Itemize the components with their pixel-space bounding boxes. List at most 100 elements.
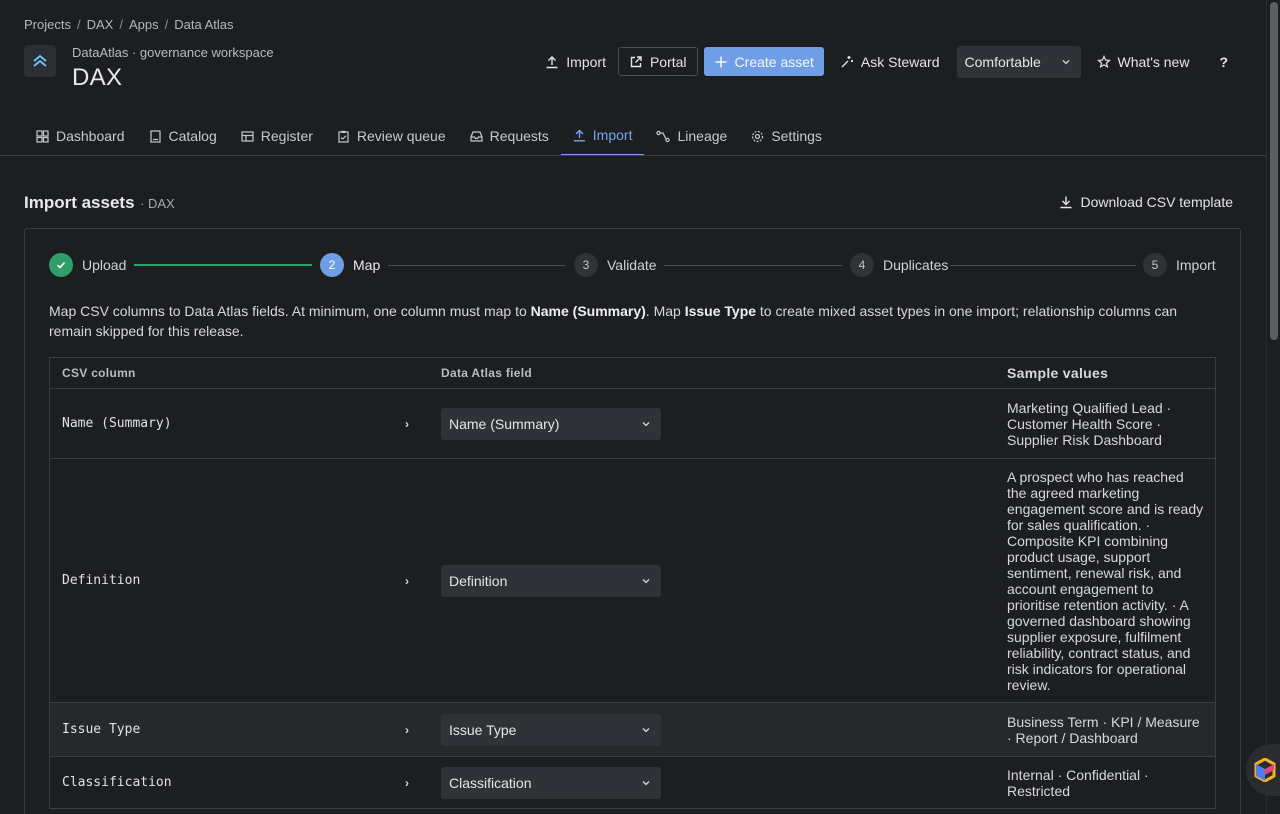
page-scrollbar[interactable] — [1266, 0, 1280, 814]
tab-catalog[interactable]: Catalog — [137, 116, 229, 156]
field-select[interactable]: Issue Type — [441, 713, 661, 746]
column-header-sample: Sample values — [1007, 365, 1109, 381]
chevron-down-icon — [642, 727, 650, 732]
section-title: Import assets — [24, 193, 135, 212]
chevron-down-icon — [1062, 59, 1069, 64]
csv-column-cell: Classification › — [50, 775, 429, 790]
csv-column-cell: Name (Summary) › — [50, 416, 429, 431]
table-row: Issue Type › Issue Type Business Term · … — [50, 703, 1215, 757]
step-import[interactable]: 5 Import — [1143, 253, 1216, 277]
step-connector — [950, 265, 1136, 266]
breadcrumb-projects[interactable]: Projects — [24, 17, 71, 32]
breadcrumb-data-atlas[interactable]: Data Atlas — [174, 17, 233, 32]
field-select-value: Definition — [449, 572, 508, 589]
portal-button-label: Portal — [649, 53, 687, 70]
step-connector-done — [134, 264, 312, 266]
import-wizard-card: Upload 2 Map 3 Validate 4 Duplicates 5 I… — [24, 228, 1241, 814]
column-header-csv: CSV column — [62, 366, 136, 380]
help-button[interactable]: ? — [1211, 47, 1236, 76]
step-label: Validate — [607, 257, 657, 273]
create-asset-button-label: Create asset — [734, 53, 814, 70]
intro-text: . Map — [645, 303, 685, 319]
intro-text: Map CSV columns to Data Atlas fields. At… — [49, 303, 531, 319]
sample-values: A prospect who has reached the agreed ma… — [1007, 468, 1204, 693]
import-button[interactable]: Import — [537, 47, 614, 76]
download-csv-template-button[interactable]: Download CSV template — [1059, 194, 1233, 210]
step-validate[interactable]: 3 Validate — [574, 253, 657, 277]
tab-settings[interactable]: Settings — [739, 116, 834, 156]
import-button-label: Import — [566, 53, 606, 70]
download-button-label: Download CSV template — [1080, 194, 1233, 210]
chevron-down-icon — [642, 578, 650, 583]
register-icon — [241, 130, 254, 142]
step-number: 4 — [850, 253, 874, 277]
csv-column-cell: Definition › — [50, 573, 429, 588]
sparkle-wand-icon — [841, 55, 853, 67]
field-select[interactable]: Definition — [441, 564, 661, 597]
assistant-launcher[interactable] — [1246, 744, 1280, 796]
breadcrumb-apps[interactable]: Apps — [129, 17, 159, 32]
density-select-value: Comfortable — [964, 53, 1041, 70]
step-upload[interactable]: Upload — [49, 253, 126, 277]
breadcrumb: Projects / DAX / Apps / Data Atlas — [24, 17, 233, 32]
sample-values: Business Term · KPI / Measure · Report /… — [1007, 713, 1200, 746]
tabs-divider — [0, 155, 1266, 156]
csv-column-name: Issue Type — [62, 722, 141, 737]
chevron-right-icon: › — [405, 573, 409, 588]
field-select-value: Issue Type — [449, 721, 517, 738]
inbox-icon — [470, 130, 483, 142]
step-connector — [664, 265, 842, 266]
step-label: Map — [353, 257, 381, 273]
field-cell: Name (Summary) — [429, 407, 995, 440]
breadcrumb-separator: / — [119, 17, 123, 32]
lineage-icon — [656, 130, 671, 142]
field-select[interactable]: Name (Summary) — [441, 407, 661, 440]
intro-emphasis: Name (Summary) — [530, 303, 646, 319]
upload-icon — [546, 55, 558, 68]
field-select[interactable]: Classification — [441, 766, 661, 799]
csv-column-name: Classification — [62, 775, 172, 790]
chevron-right-icon: › — [405, 722, 409, 737]
tab-import[interactable]: Import — [560, 116, 645, 156]
step-map[interactable]: 2 Map — [320, 253, 380, 277]
ask-steward-button[interactable]: Ask Steward — [832, 47, 948, 76]
density-select[interactable]: Comfortable — [956, 45, 1081, 78]
external-link-icon — [630, 55, 642, 67]
page-title: DAX — [72, 64, 123, 91]
whats-new-button[interactable]: What's new — [1089, 47, 1198, 76]
breadcrumb-separator: / — [76, 17, 81, 32]
breadcrumb-dax[interactable]: DAX — [87, 17, 114, 32]
tab-lineage[interactable]: Lineage — [644, 116, 739, 156]
tab-register[interactable]: Register — [229, 116, 325, 156]
mapping-table: CSV column Data Atlas field Sample value… — [49, 357, 1216, 809]
table-header: CSV column Data Atlas field Sample value… — [50, 358, 1215, 389]
tab-label: Settings — [771, 128, 822, 144]
download-icon — [1060, 196, 1072, 209]
tab-label: Requests — [489, 128, 549, 144]
tab-requests[interactable]: Requests — [458, 116, 561, 156]
intro-emphasis: Issue Type — [684, 303, 757, 319]
ask-steward-button-label: Ask Steward — [860, 53, 940, 70]
portal-button[interactable]: Portal — [617, 47, 698, 76]
tab-review-queue[interactable]: Review queue — [325, 116, 458, 156]
chevron-right-icon: › — [405, 775, 409, 790]
tab-label: Lineage — [677, 128, 728, 144]
section-subtitle: · DAX — [140, 196, 175, 211]
app-logo — [24, 45, 56, 77]
table-row: Classification › Classification Internal… — [50, 757, 1215, 809]
upload-icon — [573, 129, 585, 141]
csv-column-name: Definition — [62, 573, 141, 588]
field-cell: Definition — [429, 564, 995, 597]
table-row: Definition › Definition A prospect who h… — [50, 459, 1215, 703]
step-label: Import — [1176, 257, 1216, 273]
whats-new-button-label: What's new — [1117, 53, 1190, 70]
step-connector — [388, 265, 566, 266]
chevron-down-icon — [642, 421, 650, 426]
tab-dashboard[interactable]: Dashboard — [24, 116, 137, 156]
scrollbar-thumb[interactable] — [1270, 2, 1278, 340]
step-label: Duplicates — [883, 257, 949, 273]
create-asset-button[interactable]: Create asset — [703, 47, 824, 76]
step-duplicates[interactable]: 4 Duplicates — [850, 253, 948, 277]
column-header-field: Data Atlas field — [441, 366, 533, 380]
dashboard-icon — [36, 129, 49, 143]
